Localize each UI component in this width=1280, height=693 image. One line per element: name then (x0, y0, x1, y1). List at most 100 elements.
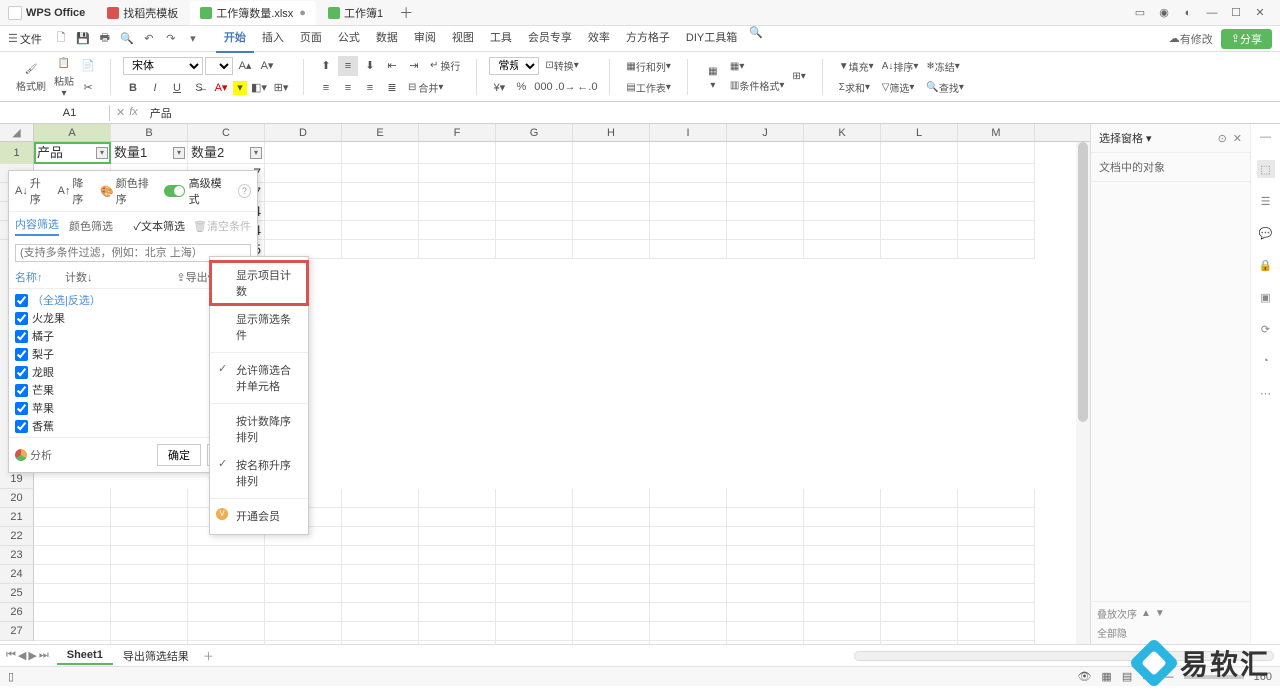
col-H[interactable]: H (573, 124, 650, 141)
cell[interactable] (34, 641, 111, 644)
font-color-icon[interactable]: A▾ (211, 78, 231, 98)
currency-icon[interactable]: ¥▾ (489, 77, 509, 97)
cell[interactable] (419, 584, 496, 603)
next-sheet-icon[interactable]: ▶ (28, 649, 36, 662)
cell[interactable] (650, 527, 727, 546)
pin-icon[interactable]: ⊙ (1218, 132, 1227, 145)
menu-vip[interactable]: V开通会员 (210, 502, 308, 530)
cell[interactable] (727, 527, 804, 546)
cell[interactable] (496, 546, 573, 565)
cell[interactable] (34, 489, 111, 508)
cell[interactable] (496, 221, 573, 240)
col-K[interactable]: K (804, 124, 881, 141)
cell-B1[interactable]: 数量1▾ (111, 142, 188, 164)
cell[interactable] (111, 546, 188, 565)
last-sheet-icon[interactable]: ⏭ (39, 649, 49, 662)
cell[interactable] (419, 489, 496, 508)
cell-C1[interactable]: 数量2▾ (188, 142, 265, 164)
cell[interactable] (496, 584, 573, 603)
cell[interactable] (342, 489, 419, 508)
view-page-icon[interactable]: ▤ (1122, 670, 1132, 683)
tab-efficiency[interactable]: 效率 (580, 25, 618, 53)
cell[interactable] (881, 584, 958, 603)
cell[interactable] (111, 584, 188, 603)
row-27[interactable]: 27 (0, 622, 34, 641)
cell[interactable] (573, 508, 650, 527)
cell[interactable] (188, 546, 265, 565)
cell[interactable] (881, 527, 958, 546)
avatar-icon[interactable]: ◐ (1176, 3, 1200, 23)
cell[interactable] (573, 142, 650, 164)
cell[interactable] (265, 622, 342, 641)
cell[interactable] (881, 164, 958, 183)
copy-icon[interactable]: 📄 (78, 56, 98, 76)
cell[interactable] (496, 164, 573, 183)
cell[interactable] (650, 164, 727, 183)
item-checkbox[interactable] (15, 348, 28, 361)
cell[interactable] (34, 508, 111, 527)
zoom-eye-icon[interactable]: 👁 (1077, 670, 1091, 683)
item-checkbox[interactable] (15, 330, 28, 343)
decrease-font-icon[interactable]: A▾ (257, 56, 277, 76)
cell[interactable] (650, 489, 727, 508)
cell[interactable] (496, 527, 573, 546)
cell[interactable] (342, 565, 419, 584)
view-normal-icon[interactable]: ▦ (1101, 670, 1111, 683)
cell[interactable] (419, 221, 496, 240)
menu-show-count[interactable]: 显示项目计数 (210, 261, 308, 305)
cell[interactable] (804, 565, 881, 584)
cell[interactable] (804, 240, 881, 259)
cell[interactable] (650, 622, 727, 641)
rowcol-button[interactable]: ▦行和列▾ (622, 57, 674, 76)
align-left-icon[interactable]: ≡ (316, 78, 336, 98)
cell[interactable] (342, 546, 419, 565)
item-checkbox[interactable] (15, 420, 28, 433)
tab-workbook-1[interactable]: 工作簿数量.xlsx ● (190, 1, 316, 25)
dec-dec-icon[interactable]: ←.0 (577, 77, 597, 97)
cell[interactable] (650, 546, 727, 565)
cell[interactable] (727, 164, 804, 183)
row-26[interactable]: 26 (0, 603, 34, 622)
cell[interactable] (881, 221, 958, 240)
select-all-link[interactable]: （全选|反选） (32, 292, 101, 308)
cell[interactable] (958, 641, 1035, 644)
cell[interactable] (342, 183, 419, 202)
row-24[interactable]: 24 (0, 565, 34, 584)
cell[interactable] (804, 584, 881, 603)
backup-icon[interactable]: ⟳ (1257, 320, 1275, 338)
cell[interactable] (342, 603, 419, 622)
cell[interactable] (265, 164, 342, 183)
merge-button[interactable]: ⊟合并▾ (404, 78, 447, 97)
cell[interactable] (958, 142, 1035, 164)
bold-icon[interactable]: B (123, 78, 143, 98)
undo-icon[interactable]: ↶ (141, 31, 157, 47)
cancel-fx-icon[interactable]: ✕ (116, 106, 125, 119)
chat-icon[interactable]: 💬 (1257, 224, 1275, 242)
freeze-button[interactable]: ❄冻结▾ (922, 57, 967, 76)
text-filter-button[interactable]: ✓文本筛选 (134, 218, 186, 234)
add-tab-button[interactable]: ＋ (399, 3, 413, 23)
cell[interactable] (111, 603, 188, 622)
cell[interactable] (34, 622, 111, 641)
styles-button[interactable]: ▦▾ (700, 60, 726, 93)
cell[interactable] (881, 622, 958, 641)
window-layout-icon[interactable]: ▭ (1128, 3, 1152, 23)
share-button[interactable]: ⇪ 分享 (1221, 29, 1272, 49)
worksheet-button[interactable]: ▤工作表▾ (622, 78, 674, 97)
cell[interactable] (419, 622, 496, 641)
cell[interactable] (804, 527, 881, 546)
vertical-scrollbar[interactable] (1076, 142, 1090, 644)
cell[interactable] (881, 240, 958, 259)
cell[interactable] (496, 622, 573, 641)
format-painter-button[interactable]: 🖌格式刷 (12, 58, 50, 95)
cell[interactable] (650, 183, 727, 202)
col-E[interactable]: E (342, 124, 419, 141)
cell[interactable] (496, 240, 573, 259)
cell[interactable] (650, 565, 727, 584)
highlight-icon[interactable]: ▾ (233, 81, 247, 95)
cell[interactable] (188, 603, 265, 622)
cell[interactable] (496, 508, 573, 527)
cut-icon[interactable]: ✂ (78, 78, 98, 98)
cell[interactable] (727, 489, 804, 508)
filter-button[interactable]: ▽筛选▾ (878, 78, 923, 97)
